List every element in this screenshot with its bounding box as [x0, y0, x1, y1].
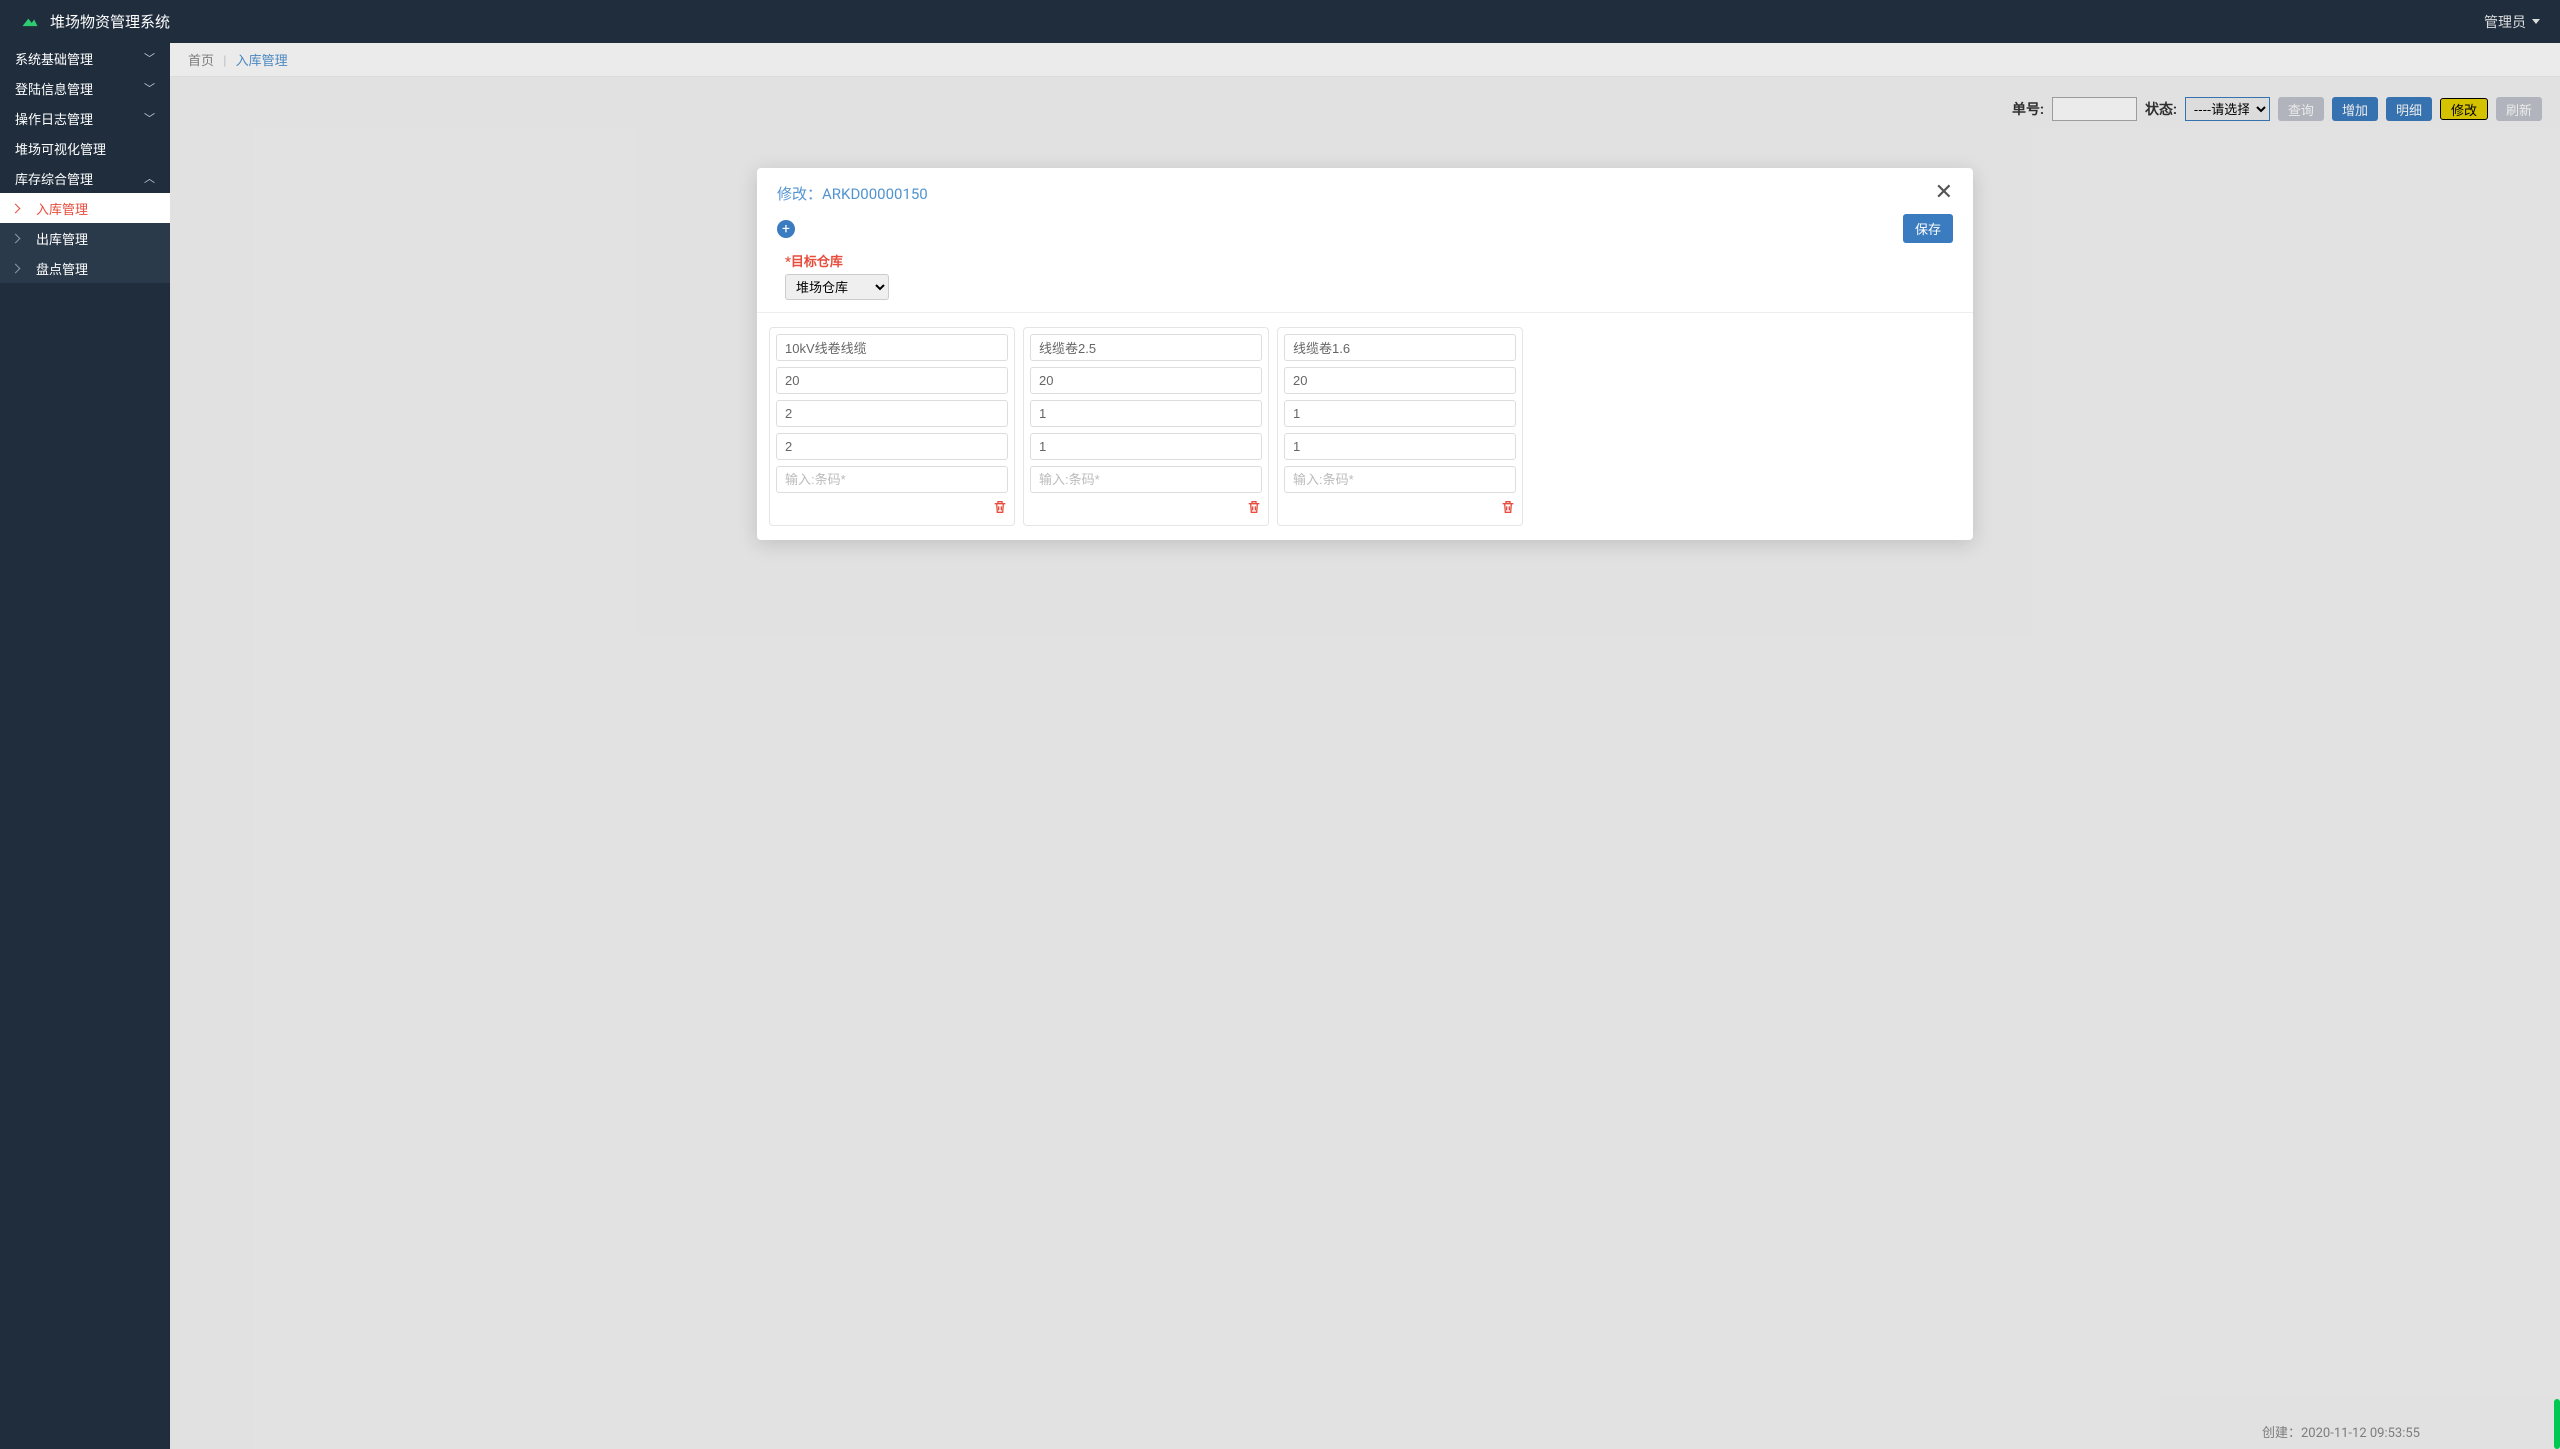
modal-toolbar: + 保存 — [757, 214, 1973, 251]
item-card — [1277, 327, 1523, 526]
chevron-down-icon: ﹀ — [144, 50, 155, 66]
sidebar-item-system-base[interactable]: 系统基础管理 ﹀ — [0, 43, 170, 73]
user-name: 管理员 — [2484, 12, 2526, 32]
item-barcode-input[interactable] — [1284, 466, 1516, 493]
item-barcode-input[interactable] — [1030, 466, 1262, 493]
modal-title: 修改：ARKD00000150 — [777, 183, 928, 204]
modal-overlay: 修改：ARKD00000150 ✕ + 保存 *目标仓库 堆场仓库 — [170, 43, 2560, 1449]
item-card — [769, 327, 1015, 526]
sidebar-sub-label: 盘点管理 — [36, 259, 88, 278]
sidebar-item-label: 库存综合管理 — [15, 169, 93, 188]
sidebar-sub-inbound[interactable]: 入库管理 — [0, 193, 170, 223]
target-warehouse-select[interactable]: 堆场仓库 — [785, 274, 889, 300]
caret-down-icon — [2532, 19, 2540, 24]
sidebar-item-label: 操作日志管理 — [15, 109, 93, 128]
trash-icon[interactable] — [992, 499, 1008, 519]
scrollbar-indicator[interactable] — [2554, 1399, 2560, 1449]
item-field-4-input[interactable] — [1284, 433, 1516, 460]
logo-icon — [20, 12, 40, 32]
item-field-3-input[interactable] — [776, 400, 1008, 427]
sidebar-item-inventory[interactable]: 库存综合管理 ︿ — [0, 163, 170, 193]
chevron-down-icon: ﹀ — [144, 110, 155, 126]
chevron-down-icon: ﹀ — [144, 80, 155, 96]
navbar: 堆场物资管理系统 管理员 — [0, 0, 2560, 43]
item-field-3-input[interactable] — [1284, 400, 1516, 427]
edit-modal: 修改：ARKD00000150 ✕ + 保存 *目标仓库 堆场仓库 — [757, 168, 1973, 540]
sidebar-sub-label: 出库管理 — [36, 229, 88, 248]
sidebar-sub-stocktake[interactable]: 盘点管理 — [0, 253, 170, 283]
sidebar-item-op-log[interactable]: 操作日志管理 ﹀ — [0, 103, 170, 133]
save-button[interactable]: 保存 — [1903, 214, 1953, 243]
sidebar-item-yard-visual[interactable]: 堆场可视化管理 — [0, 133, 170, 163]
sidebar-item-login-info[interactable]: 登陆信息管理 ﹀ — [0, 73, 170, 103]
add-row-button[interactable]: + — [777, 220, 795, 238]
target-warehouse-row: *目标仓库 堆场仓库 — [757, 251, 1973, 313]
sidebar-sub-outbound[interactable]: 出库管理 — [0, 223, 170, 253]
app-title: 堆场物资管理系统 — [50, 11, 170, 32]
sidebar-sub-label: 入库管理 — [36, 199, 88, 218]
item-field-3-input[interactable] — [1030, 400, 1262, 427]
item-field-2-input[interactable] — [776, 367, 1008, 394]
target-warehouse-label: *目标仓库 — [785, 251, 1953, 270]
sidebar-item-label: 系统基础管理 — [15, 49, 93, 68]
cards-area — [757, 313, 1973, 540]
item-field-2-input[interactable] — [1284, 367, 1516, 394]
trash-icon[interactable] — [1246, 499, 1262, 519]
item-name-input[interactable] — [1284, 334, 1516, 361]
user-menu[interactable]: 管理员 — [2484, 12, 2540, 32]
trash-icon[interactable] — [1500, 499, 1516, 519]
item-barcode-input[interactable] — [776, 466, 1008, 493]
navbar-left: 堆场物资管理系统 — [20, 11, 170, 32]
sidebar-submenu: 入库管理 出库管理 盘点管理 — [0, 193, 170, 283]
item-field-4-input[interactable] — [1030, 433, 1262, 460]
close-icon[interactable]: ✕ — [1935, 182, 1953, 204]
item-name-input[interactable] — [776, 334, 1008, 361]
sidebar-item-label: 堆场可视化管理 — [15, 139, 106, 158]
item-name-input[interactable] — [1030, 334, 1262, 361]
item-card — [1023, 327, 1269, 526]
sidebar: 系统基础管理 ﹀ 登陆信息管理 ﹀ 操作日志管理 ﹀ 堆场可视化管理 库存综合管… — [0, 43, 170, 1449]
modal-header: 修改：ARKD00000150 ✕ — [757, 168, 1973, 214]
item-field-4-input[interactable] — [776, 433, 1008, 460]
chevron-up-icon: ︿ — [144, 170, 155, 186]
item-field-2-input[interactable] — [1030, 367, 1262, 394]
content: 首页 | 入库管理 单号: 状态: ----请选择---- 查询 增加 明细 修… — [170, 43, 2560, 1449]
sidebar-item-label: 登陆信息管理 — [15, 79, 93, 98]
